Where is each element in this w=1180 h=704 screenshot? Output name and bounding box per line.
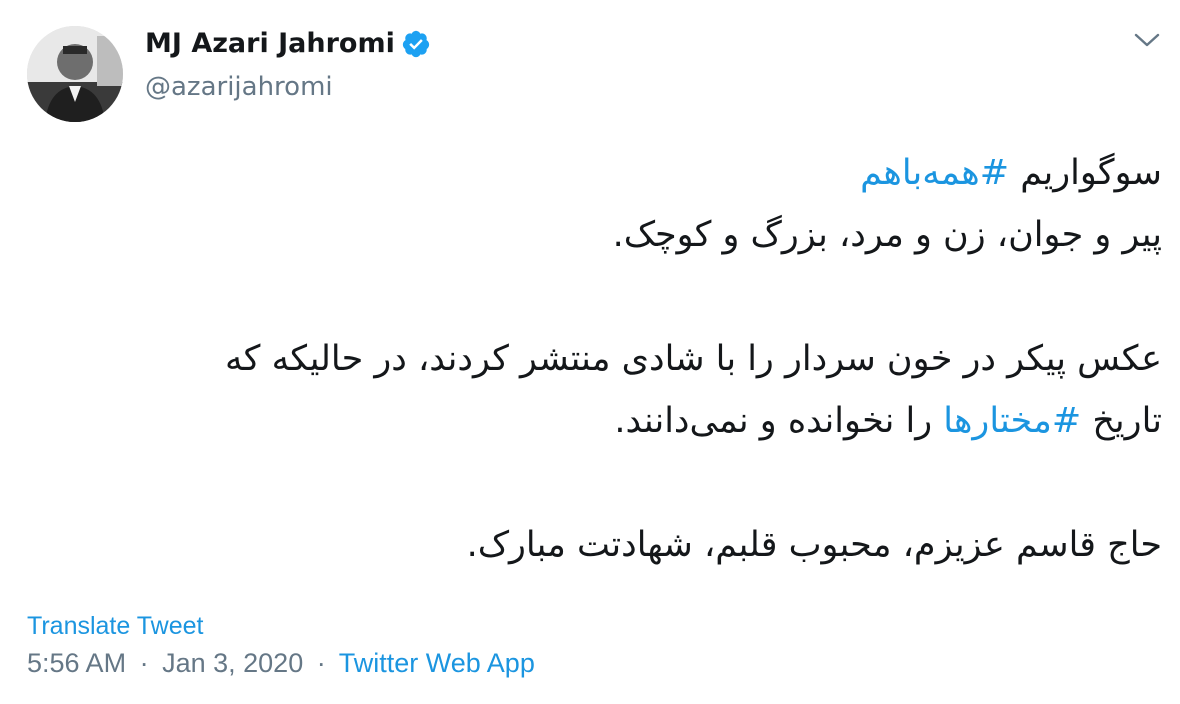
tweet-line-1: سوگواریم #همه‌باهم — [42, 142, 1162, 204]
tweet-time[interactable]: 5:56 AM — [27, 648, 126, 678]
tweet-line-1-text: سوگواریم — [1009, 153, 1162, 193]
chevron-down-icon[interactable] — [1133, 30, 1161, 50]
hashtag-link[interactable]: #همه‌باهم — [860, 153, 1009, 193]
tweet-date[interactable]: Jan 3, 2020 — [162, 648, 303, 678]
tweet-line-5: حاج قاسم عزیزم، محبوب قلبم، شهادتت مبارک… — [466, 525, 1162, 565]
tweet-text: سوگواریم #همه‌باهم پیر و جوان، زن و مرد،… — [42, 142, 1162, 576]
hashtag-link[interactable]: #مختارها — [943, 401, 1081, 441]
profile-photo-icon — [27, 26, 123, 122]
tweet-line-4-prefix: تاریخ — [1081, 401, 1162, 441]
tweet-card: MJ Azari Jahromi @azarijahromi سوگواریم … — [0, 0, 1180, 704]
author-handle[interactable]: @azarijahromi — [145, 70, 333, 104]
meta-separator: · — [316, 648, 326, 678]
meta-separator: · — [139, 648, 149, 678]
tweet-line-4-suffix: را نخوانده و نمی‌دانند. — [614, 401, 944, 441]
tweet-line-4: تاریخ #مختارها را نخوانده و نمی‌دانند. — [42, 390, 1162, 452]
author-name-row[interactable]: MJ Azari Jahromi — [145, 26, 431, 62]
tweet-source-link[interactable]: Twitter Web App — [339, 648, 535, 678]
tweet-line-3: عکس پیکر در خون سردار را با شادی منتشر ک… — [225, 339, 1162, 379]
author-name[interactable]: MJ Azari Jahromi — [145, 26, 395, 62]
tweet-line-2: پیر و جوان، زن و مرد، بزرگ و کوچک. — [612, 215, 1162, 255]
tweet-meta: 5:56 AM · Jan 3, 2020 · Twitter Web App — [27, 645, 535, 681]
avatar[interactable] — [27, 26, 123, 122]
verified-badge-icon — [401, 29, 431, 59]
translate-tweet-link[interactable]: Translate Tweet — [27, 610, 203, 642]
